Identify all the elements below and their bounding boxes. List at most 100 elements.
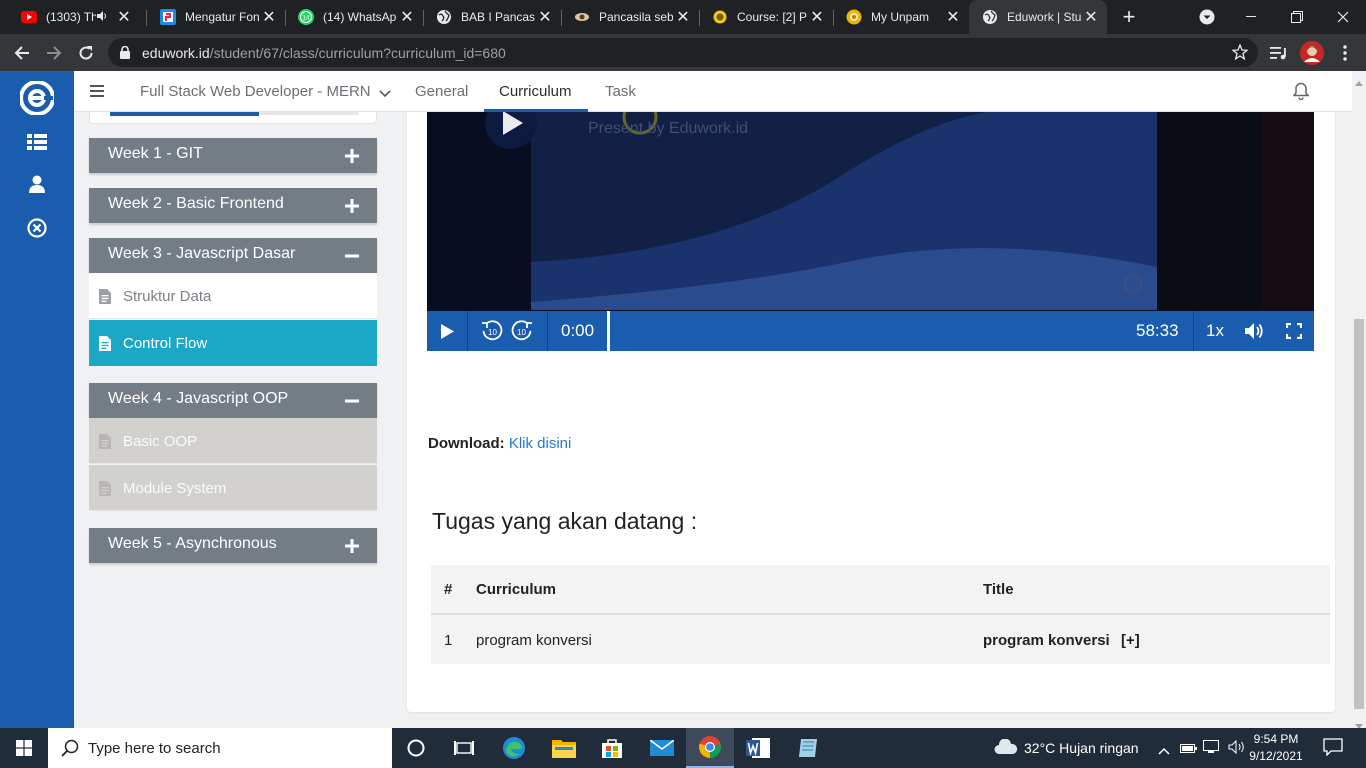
taskbar-search-box[interactable]: Type here to search <box>48 728 392 768</box>
task-view-icon[interactable] <box>440 728 488 768</box>
browser-tab[interactable]: My Unpam ✕ <box>833 0 969 34</box>
expand-plus-icon[interactable] <box>345 149 359 163</box>
weather-text[interactable]: 32°C Hujan ringan <box>1024 740 1139 756</box>
course-progress-bar <box>89 112 377 124</box>
download-row: Download: Klik disini <box>428 435 571 452</box>
search-placeholder: Type here to search <box>88 740 221 757</box>
week-2-header[interactable]: Week 2 - Basic Frontend <box>89 188 377 223</box>
video-player[interactable]: Present by Eduwork.id 10 10 0:00 58:33 1… <box>427 112 1314 351</box>
table-row: 1 program konversi program konversi [+] <box>431 615 1330 664</box>
mail-icon[interactable] <box>638 728 686 768</box>
close-tab-icon[interactable]: ✕ <box>1081 7 1101 27</box>
play-icon[interactable] <box>427 311 467 351</box>
collapse-minus-icon[interactable] <box>345 394 359 408</box>
playback-speed-button[interactable]: 1x <box>1206 321 1224 341</box>
address-bar[interactable]: eduwork.id/student/67/class/curriculum?c… <box>108 38 1258 67</box>
close-tab-icon[interactable]: ✕ <box>807 7 827 27</box>
media-playlist-icon[interactable] <box>1266 40 1292 66</box>
week-1-header[interactable]: Week 1 - GIT <box>89 138 377 173</box>
forward-arrow-icon[interactable] <box>41 40 67 66</box>
lesson-struktur-data[interactable]: Struktur Data <box>89 273 377 319</box>
browser-tab[interactable]: 14 (14) WhatsAp ✕ <box>285 0 423 34</box>
hamburger-menu-icon[interactable] <box>90 84 104 97</box>
file-explorer-icon[interactable] <box>540 728 588 768</box>
download-link[interactable]: Klik disini <box>509 435 572 452</box>
user-icon[interactable] <box>26 173 48 195</box>
tab-search-icon[interactable] <box>1184 0 1230 34</box>
back-arrow-icon[interactable] <box>9 40 35 66</box>
document-icon <box>99 481 111 496</box>
row-curriculum: program konversi <box>476 632 592 649</box>
close-tab-icon[interactable]: ✕ <box>943 7 963 27</box>
whatsapp-icon: 14 <box>298 9 314 25</box>
fullscreen-icon[interactable] <box>1280 311 1308 351</box>
profile-avatar[interactable] <box>1299 40 1325 66</box>
course-selector[interactable]: Full Stack Web Developer - MERN <box>140 83 371 100</box>
cortana-icon[interactable] <box>392 728 440 768</box>
lesson-control-flow[interactable]: Control Flow <box>89 320 377 366</box>
page-scrollbar[interactable] <box>1352 71 1366 729</box>
restore-icon[interactable] <box>1274 0 1320 34</box>
curriculum-panel: Week 1 - GIT Week 2 - Basic Frontend Wee… <box>74 112 407 728</box>
close-tab-icon[interactable]: ✕ <box>535 7 555 27</box>
notification-bell-icon[interactable] <box>1292 82 1311 101</box>
lesson-basic-oop[interactable]: Basic OOP <box>89 418 377 464</box>
week-4-header[interactable]: Week 4 - Javascript OOP <box>89 383 377 418</box>
expand-plus-icon[interactable] <box>345 539 359 553</box>
week-5-header[interactable]: Week 5 - Asynchronous <box>89 528 377 563</box>
globe-icon <box>436 9 452 25</box>
reload-icon[interactable] <box>73 40 99 66</box>
browser-tab[interactable]: BAB I Pancasil ✕ <box>423 0 561 34</box>
edge-icon[interactable] <box>490 728 538 768</box>
browser-tab-active[interactable]: Eduwork | Stu ✕ <box>969 0 1107 34</box>
tab-curriculum[interactable]: Curriculum <box>499 83 572 100</box>
browser-tab[interactable]: Pancasila seba ✕ <box>561 0 699 34</box>
close-window-icon[interactable] <box>1320 0 1366 34</box>
expand-task-button[interactable]: [+] <box>1121 632 1140 649</box>
close-tab-icon[interactable]: ✕ <box>259 7 279 27</box>
minimize-icon[interactable] <box>1228 0 1274 34</box>
tab-title: Course: [2] PE <box>737 10 807 24</box>
scroll-up-arrow-icon[interactable] <box>1355 73 1363 91</box>
lesson-module-system[interactable]: Module System <box>89 465 377 511</box>
eye-icon <box>574 9 590 25</box>
browser-tab[interactable]: (1303) The ✕ <box>8 0 140 34</box>
tab-task[interactable]: Task <box>605 83 636 100</box>
chevron-up-icon[interactable] <box>1158 742 1170 760</box>
close-tab-icon[interactable]: ✕ <box>397 7 417 27</box>
browser-tab[interactable]: Mengatur Fon ✕ <box>147 0 285 34</box>
scrollbar-thumb[interactable] <box>1354 319 1364 709</box>
notification-center-icon[interactable] <box>1323 738 1343 761</box>
big-play-icon[interactable] <box>485 112 537 149</box>
close-tab-icon[interactable]: ✕ <box>114 7 134 27</box>
logout-circle-x-icon[interactable] <box>26 217 48 239</box>
network-icon[interactable] <box>1203 740 1221 759</box>
eduwork-logo[interactable] <box>19 80 55 116</box>
browser-tab[interactable]: Course: [2] PE ✕ <box>699 0 833 34</box>
collapse-minus-icon[interactable] <box>345 249 359 263</box>
kebab-menu-icon[interactable] <box>1332 40 1358 66</box>
word-icon[interactable] <box>734 728 782 768</box>
volume-icon[interactable] <box>1240 311 1268 351</box>
windows-start-icon[interactable] <box>0 728 48 768</box>
notes-app-icon[interactable] <box>784 728 832 768</box>
tab-general[interactable]: General <box>415 83 468 100</box>
chevron-down-icon[interactable] <box>379 85 391 98</box>
chrome-icon[interactable] <box>686 728 734 768</box>
battery-icon[interactable] <box>1180 741 1198 759</box>
week-3-header[interactable]: Week 3 - Javascript Dasar <box>89 238 377 273</box>
new-tab-button[interactable]: + <box>1118 4 1140 29</box>
list-grid-icon[interactable] <box>26 131 48 153</box>
rewind-10-icon[interactable]: 10 <box>477 311 507 351</box>
bookmark-star-icon[interactable] <box>1231 43 1249 65</box>
forward-10-icon[interactable]: 10 <box>507 311 537 351</box>
expand-plus-icon[interactable] <box>345 199 359 213</box>
taskbar-clock[interactable]: 9:54 PM 9/12/2021 <box>1240 731 1312 765</box>
table-header-row: # Curriculum Title <box>431 565 1330 615</box>
svg-text:10: 10 <box>517 328 526 337</box>
seek-bar[interactable] <box>607 311 610 351</box>
store-icon[interactable] <box>588 728 636 768</box>
cloud-weather-icon[interactable] <box>994 738 1018 760</box>
lock-icon[interactable] <box>120 45 130 64</box>
close-tab-icon[interactable]: ✕ <box>673 7 693 27</box>
